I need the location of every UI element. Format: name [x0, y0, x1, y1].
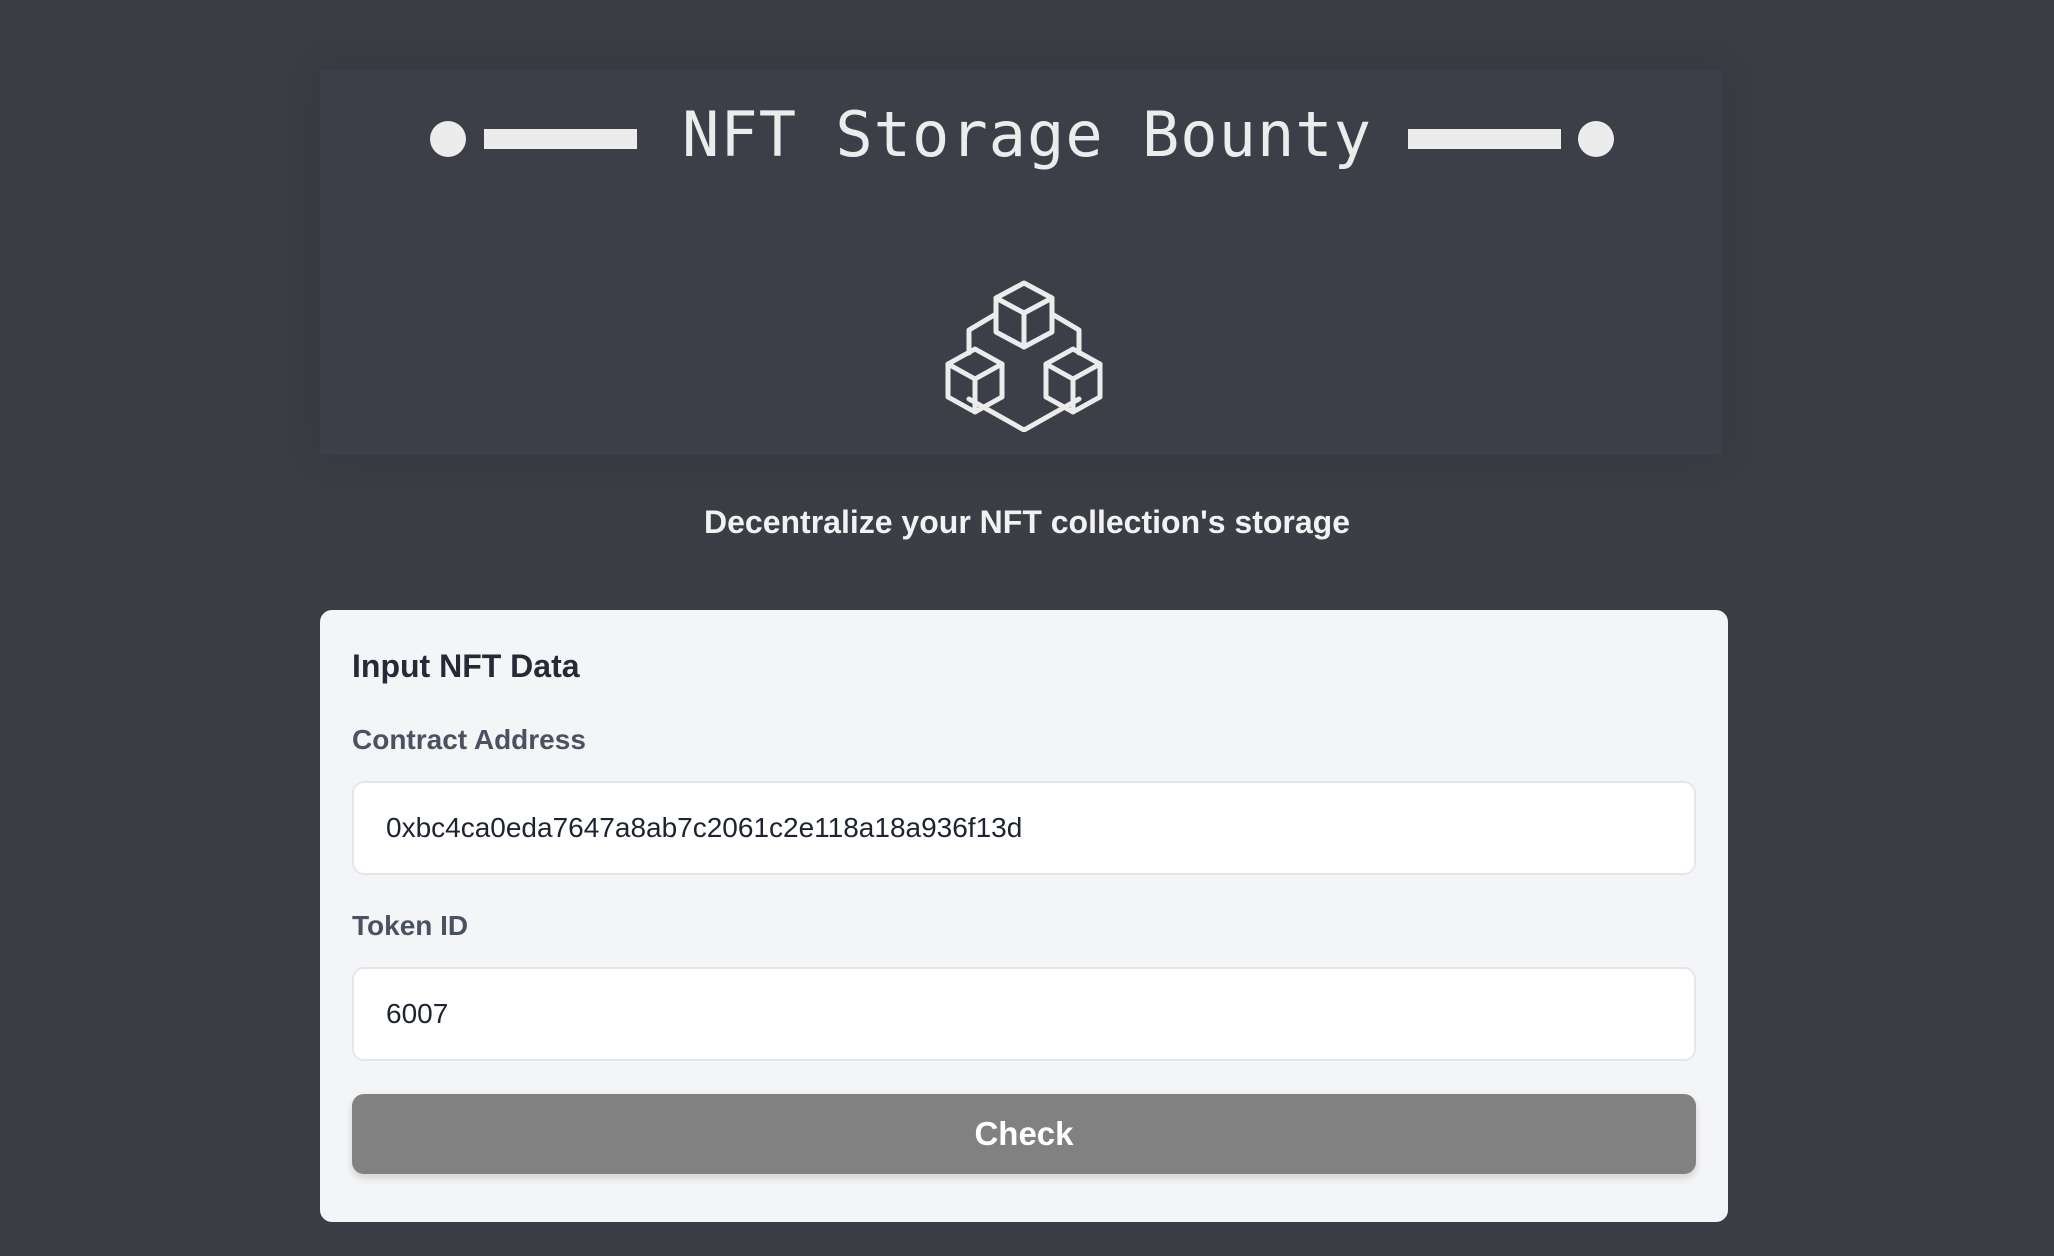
card-title: Input NFT Data — [352, 648, 580, 684]
nft-input-card: Input NFT Data Contract Address Token ID… — [320, 610, 1728, 1222]
tagline: Decentralize your NFT collection's stora… — [704, 504, 1350, 540]
contract-address-input[interactable] — [352, 781, 1696, 875]
token-id-input[interactable] — [352, 967, 1696, 1061]
site-title: NFT Storage Bounty — [682, 98, 1372, 171]
right-dash-ornament — [1408, 129, 1561, 149]
left-dash-ornament — [484, 129, 637, 149]
right-dot-ornament — [1578, 121, 1614, 157]
contract-address-label: Contract Address — [352, 724, 586, 755]
check-button[interactable]: Check — [352, 1094, 1696, 1174]
brand-header: NFT Storage Bounty — [0, 0, 2054, 171]
left-dot-ornament — [430, 121, 466, 157]
cubes-network-icon — [945, 280, 1103, 432]
token-id-label: Token ID — [352, 910, 469, 941]
